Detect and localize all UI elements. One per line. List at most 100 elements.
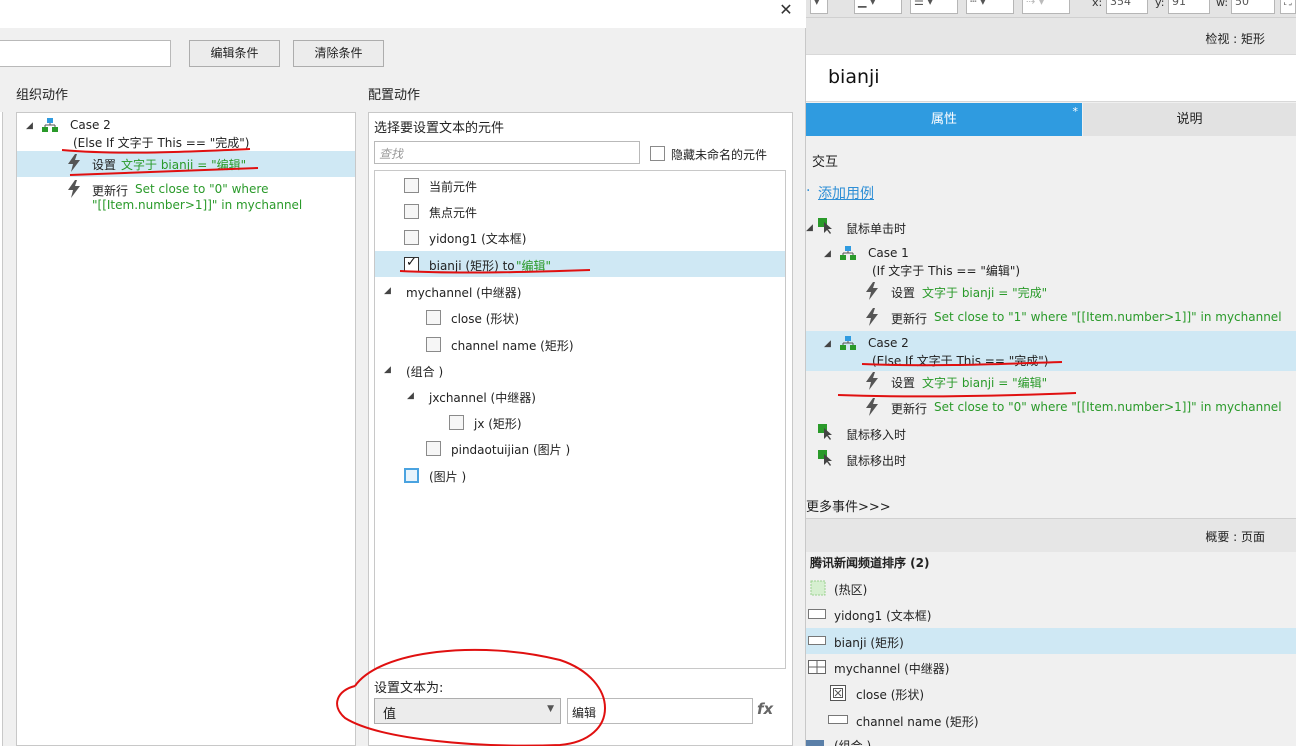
toolbar-dropdown[interactable]: ▾ bbox=[810, 0, 828, 14]
case-editor-dialog: ✕ 编辑条件 清除条件 组织动作 配置动作 ◢ Case 2 (Else If … bbox=[0, 0, 806, 746]
case-name-input[interactable] bbox=[0, 40, 171, 67]
widget-name: bianji bbox=[828, 66, 880, 88]
widget-name-field[interactable]: bianji bbox=[806, 54, 1296, 102]
widget-checkbox[interactable] bbox=[426, 310, 441, 325]
inspector-title: 检视 : 矩形 bbox=[1205, 32, 1265, 46]
action-bolt-icon bbox=[866, 282, 878, 300]
outline-item[interactable]: bianji (矩形) bbox=[834, 634, 904, 651]
case1-action2-detail: Set close to "1" where "[[Item.number>1]… bbox=[934, 310, 1282, 324]
y-input[interactable]: 91 bbox=[1168, 0, 1210, 14]
case-icon bbox=[42, 118, 58, 132]
add-case-link[interactable]: 添加用例 bbox=[818, 183, 874, 203]
interaction-title: 交互 bbox=[812, 155, 839, 170]
repeater-icon bbox=[808, 660, 826, 674]
shape-icon bbox=[830, 685, 846, 701]
outline-item[interactable]: yidong1 (文本框) bbox=[834, 607, 931, 624]
collapse-arrow-icon[interactable]: ◢ bbox=[384, 365, 391, 375]
y-label: y: bbox=[1155, 0, 1165, 9]
dropdown-arrow-icon: ▼ bbox=[547, 704, 554, 714]
case2-action2-verb[interactable]: 更新行 bbox=[891, 400, 927, 417]
collapse-arrow-icon[interactable]: ◢ bbox=[824, 249, 831, 259]
tab-properties[interactable]: 属性 * bbox=[806, 103, 1082, 136]
outline-item[interactable]: (组合 ) bbox=[834, 737, 871, 746]
case1-label[interactable]: Case 1 bbox=[868, 246, 909, 260]
textbox-icon bbox=[808, 609, 826, 619]
widget-item-label: (图片 ) bbox=[429, 470, 467, 484]
widget-group-label: jxchannel (中继器) bbox=[429, 391, 536, 405]
collapse-arrow-icon[interactable]: ◢ bbox=[407, 391, 414, 401]
value-text-input[interactable]: 编辑 bbox=[567, 698, 753, 724]
case2-action2-detail: Set close to "0" where "[[Item.number>1]… bbox=[934, 400, 1282, 414]
widget-item-target-value: "编辑" bbox=[516, 259, 552, 273]
widget-checkbox[interactable] bbox=[449, 415, 464, 430]
widget-checkbox[interactable] bbox=[404, 178, 419, 193]
outline-item[interactable]: channel name (矩形) bbox=[856, 713, 979, 730]
x-input[interactable]: 354 bbox=[1106, 0, 1148, 14]
action2-detail-line1: Set close to "0" where bbox=[135, 182, 269, 196]
value-type-selected: 值 bbox=[383, 707, 397, 722]
rectangle-icon bbox=[828, 715, 848, 724]
event-mouse-leave-label[interactable]: 鼠标移出时 bbox=[846, 452, 906, 469]
widget-checkbox-checked[interactable] bbox=[404, 255, 419, 272]
collapse-arrow-icon[interactable]: ◢ bbox=[806, 223, 813, 233]
widget-group-label: mychannel (中继器) bbox=[406, 286, 522, 300]
action-bolt-icon bbox=[866, 372, 878, 390]
value-type-select[interactable]: 值 ▼ bbox=[374, 698, 561, 724]
close-icon[interactable]: ✕ bbox=[775, 0, 797, 22]
case1-action2-verb[interactable]: 更新行 bbox=[891, 310, 927, 327]
edit-condition-button[interactable]: 编辑条件 bbox=[189, 40, 280, 67]
style-toolbar: ▾ ▁ ▾ ☰ ▾ ┄ ▾ ⇢ ▾ x: 354 y: 91 w: 50 ⛶ bbox=[806, 0, 1296, 18]
more-events-link[interactable]: 更多事件>>> bbox=[806, 496, 891, 515]
case1-condition: (If 文字于 This == "编辑") bbox=[872, 264, 1021, 278]
organize-actions-title: 组织动作 bbox=[16, 88, 69, 103]
line-style-dropdown[interactable]: ┄ ▾ bbox=[966, 0, 1014, 14]
collapse-arrow-icon[interactable]: ◢ bbox=[384, 286, 391, 296]
case-icon bbox=[840, 336, 856, 350]
event-cursor-icon bbox=[818, 424, 832, 440]
tab-notes[interactable]: 说明 bbox=[1083, 103, 1296, 136]
case1-action1-detail: 文字于 bianji = "完成" bbox=[922, 286, 1048, 300]
inspector-panel: ▾ ▁ ▾ ☰ ▾ ┄ ▾ ⇢ ▾ x: 354 y: 91 w: 50 ⛶ 检… bbox=[806, 0, 1296, 746]
action2-verb[interactable]: 更新行 bbox=[92, 182, 128, 199]
widget-item-label: channel name (矩形) bbox=[451, 339, 574, 353]
widget-checkbox[interactable] bbox=[404, 230, 419, 245]
widget-checkbox[interactable] bbox=[426, 441, 441, 456]
search-input[interactable]: 查找 bbox=[374, 141, 640, 164]
widget-checkbox[interactable] bbox=[404, 204, 419, 219]
add-case-bullet: · bbox=[806, 183, 811, 199]
lock-ratio-icon[interactable]: ⛶ bbox=[1280, 0, 1296, 14]
w-input[interactable]: 50 bbox=[1231, 0, 1275, 14]
widget-checkbox[interactable] bbox=[426, 337, 441, 352]
widget-item-label: 焦点元件 bbox=[429, 206, 478, 220]
line-width-dropdown[interactable]: ☰ ▾ bbox=[910, 0, 958, 14]
hide-unnamed-checkbox[interactable] bbox=[650, 146, 665, 161]
fx-icon[interactable]: fx bbox=[757, 700, 773, 718]
widget-item-label: jx (矩形) bbox=[474, 417, 522, 431]
line-color-dropdown[interactable]: ▁ ▾ bbox=[854, 0, 902, 14]
widget-item-label: close (形状) bbox=[451, 312, 520, 326]
arrow-style-dropdown[interactable]: ⇢ ▾ bbox=[1022, 0, 1070, 14]
collapse-arrow-icon[interactable]: ◢ bbox=[26, 121, 33, 131]
action2-detail-line2: "[[Item.number>1]]" in mychannel bbox=[92, 198, 303, 212]
case-condition: (Else If 文字于 This == "完成") bbox=[73, 136, 250, 150]
w-label: w: bbox=[1216, 0, 1229, 9]
action1-verb: 设置 bbox=[92, 158, 117, 172]
widget-group-label: (组合 ) bbox=[406, 365, 444, 379]
case2-label[interactable]: Case 2 bbox=[868, 336, 909, 350]
event-click-label[interactable]: 鼠标单击时 bbox=[846, 220, 906, 237]
add-actions-panel bbox=[0, 112, 3, 746]
outline-item[interactable]: mychannel (中继器) bbox=[834, 660, 949, 677]
clear-condition-button[interactable]: 清除条件 bbox=[293, 40, 384, 67]
widget-checkbox[interactable] bbox=[404, 468, 419, 483]
hide-unnamed-label: 隐藏未命名的元件 bbox=[671, 148, 768, 162]
outline-item[interactable]: (热区) bbox=[834, 581, 867, 598]
case2-action1-verb[interactable]: 设置 bbox=[891, 374, 915, 391]
outline-item[interactable]: close (形状) bbox=[856, 686, 924, 703]
case1-action1-verb[interactable]: 设置 bbox=[891, 284, 915, 301]
case-label[interactable]: Case 2 bbox=[70, 118, 111, 132]
widget-item-label: bianji (矩形) to bbox=[429, 259, 515, 273]
event-mouse-enter-label[interactable]: 鼠标移入时 bbox=[846, 426, 906, 443]
hotspot-icon bbox=[810, 580, 826, 596]
collapse-arrow-icon[interactable]: ◢ bbox=[824, 339, 831, 349]
event-cursor-icon bbox=[818, 218, 832, 234]
